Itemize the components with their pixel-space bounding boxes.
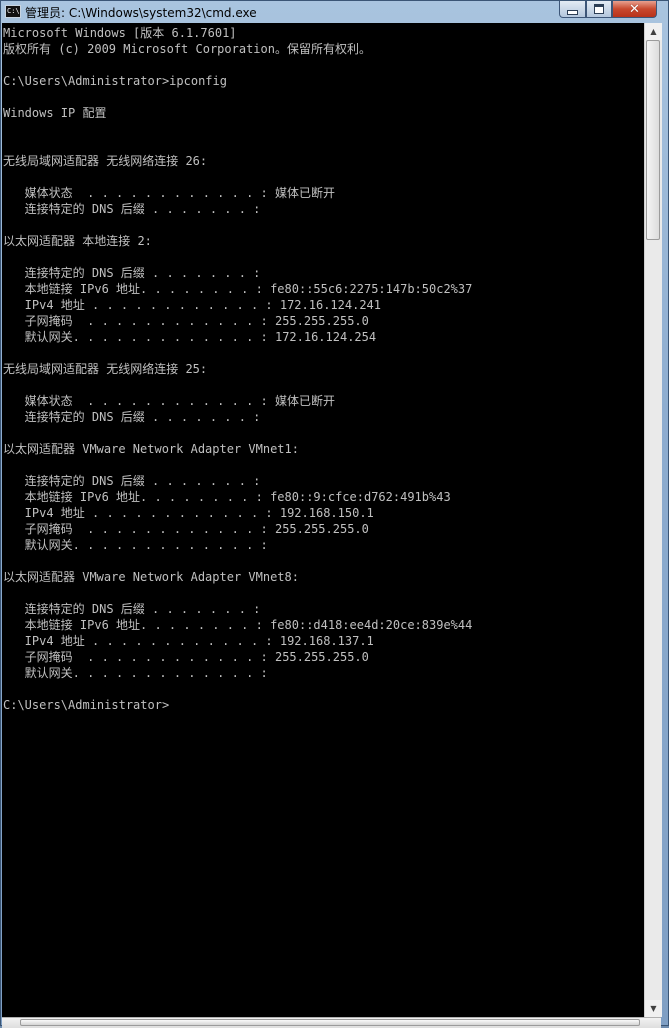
minimize-button[interactable] <box>559 1 586 18</box>
console-line: 默认网关. . . . . . . . . . . . . : <box>3 666 268 680</box>
console-line: 本地链接 IPv6 地址. . . . . . . . : fe80::d418… <box>3 618 473 632</box>
console-line: 连接特定的 DNS 后缀 . . . . . . . : <box>3 474 261 488</box>
scroll-up-arrow-icon[interactable]: ▲ <box>645 23 662 40</box>
console-line: 默认网关. . . . . . . . . . . . . : 172.16.1… <box>3 330 377 344</box>
window-title: 管理员: C:\Windows\system32\cmd.exe <box>25 6 257 20</box>
console-line: 连接特定的 DNS 后缀 . . . . . . . : <box>3 202 261 216</box>
console-line: 媒体状态 . . . . . . . . . . . . : 媒体已断开 <box>3 186 335 200</box>
console-line: 子网掩码 . . . . . . . . . . . . : 255.255.2… <box>3 650 369 664</box>
scroll-down-arrow-icon[interactable]: ▼ <box>645 1000 662 1017</box>
console-line: IPv4 地址 . . . . . . . . . . . . : 192.16… <box>3 506 374 520</box>
console-line: 无线局域网适配器 无线网络连接 25: <box>3 362 208 376</box>
console-line: 连接特定的 DNS 后缀 . . . . . . . : <box>3 410 261 424</box>
close-icon: ✕ <box>629 1 640 17</box>
console-line: 无线局域网适配器 无线网络连接 26: <box>3 154 208 168</box>
console-line: 以太网适配器 VMware Network Adapter VMnet8: <box>3 570 299 584</box>
console-line: IPv4 地址 . . . . . . . . . . . . : 192.16… <box>3 634 374 648</box>
maximize-icon <box>594 4 604 14</box>
vertical-scrollbar[interactable]: ▲ ▼ <box>644 23 662 1017</box>
console-line: 本地链接 IPv6 地址. . . . . . . . : fe80::9:cf… <box>3 490 451 504</box>
vertical-scroll-thumb[interactable] <box>646 40 660 240</box>
console-line: 子网掩码 . . . . . . . . . . . . : 255.255.2… <box>3 522 369 536</box>
console-line: 连接特定的 DNS 后缀 . . . . . . . : <box>3 602 261 616</box>
minimize-icon <box>567 9 578 15</box>
console-line: 默认网关. . . . . . . . . . . . . : <box>3 538 268 552</box>
console-line: 媒体状态 . . . . . . . . . . . . : 媒体已断开 <box>3 394 335 408</box>
console-line: 版权所有 (c) 2009 Microsoft Corporation。保留所有… <box>3 42 371 56</box>
command-prompt-line: C:\Users\Administrator> <box>3 698 170 712</box>
console-line: Windows IP 配置 <box>3 106 107 120</box>
cmd-icon[interactable]: C:\ <box>5 5 21 18</box>
console-line: 子网掩码 . . . . . . . . . . . . : 255.255.2… <box>3 314 369 328</box>
console-line: C:\Users\Administrator>ipconfig <box>3 74 227 88</box>
close-button[interactable]: ✕ <box>612 1 657 18</box>
horizontal-scrollbar[interactable] <box>2 1017 661 1028</box>
maximize-button[interactable] <box>586 1 612 18</box>
console-line: Microsoft Windows [版本 6.1.7601] <box>3 26 237 40</box>
console-line: 连接特定的 DNS 后缀 . . . . . . . : <box>3 266 261 280</box>
console-line: IPv4 地址 . . . . . . . . . . . . : 172.16… <box>3 298 382 312</box>
console-output[interactable]: Microsoft Windows [版本 6.1.7601] 版权所有 (c) … <box>2 23 644 1017</box>
cmd-window: C:\ 管理员: C:\Windows\system32\cmd.exe ✕ M… <box>0 0 669 1028</box>
console-line: 以太网适配器 VMware Network Adapter VMnet1: <box>3 442 299 456</box>
console-line: 本地链接 IPv6 地址. . . . . . . . : fe80::55c6… <box>3 282 473 296</box>
console-line: 以太网适配器 本地连接 2: <box>3 234 152 248</box>
horizontal-scroll-thumb[interactable] <box>20 1019 640 1026</box>
